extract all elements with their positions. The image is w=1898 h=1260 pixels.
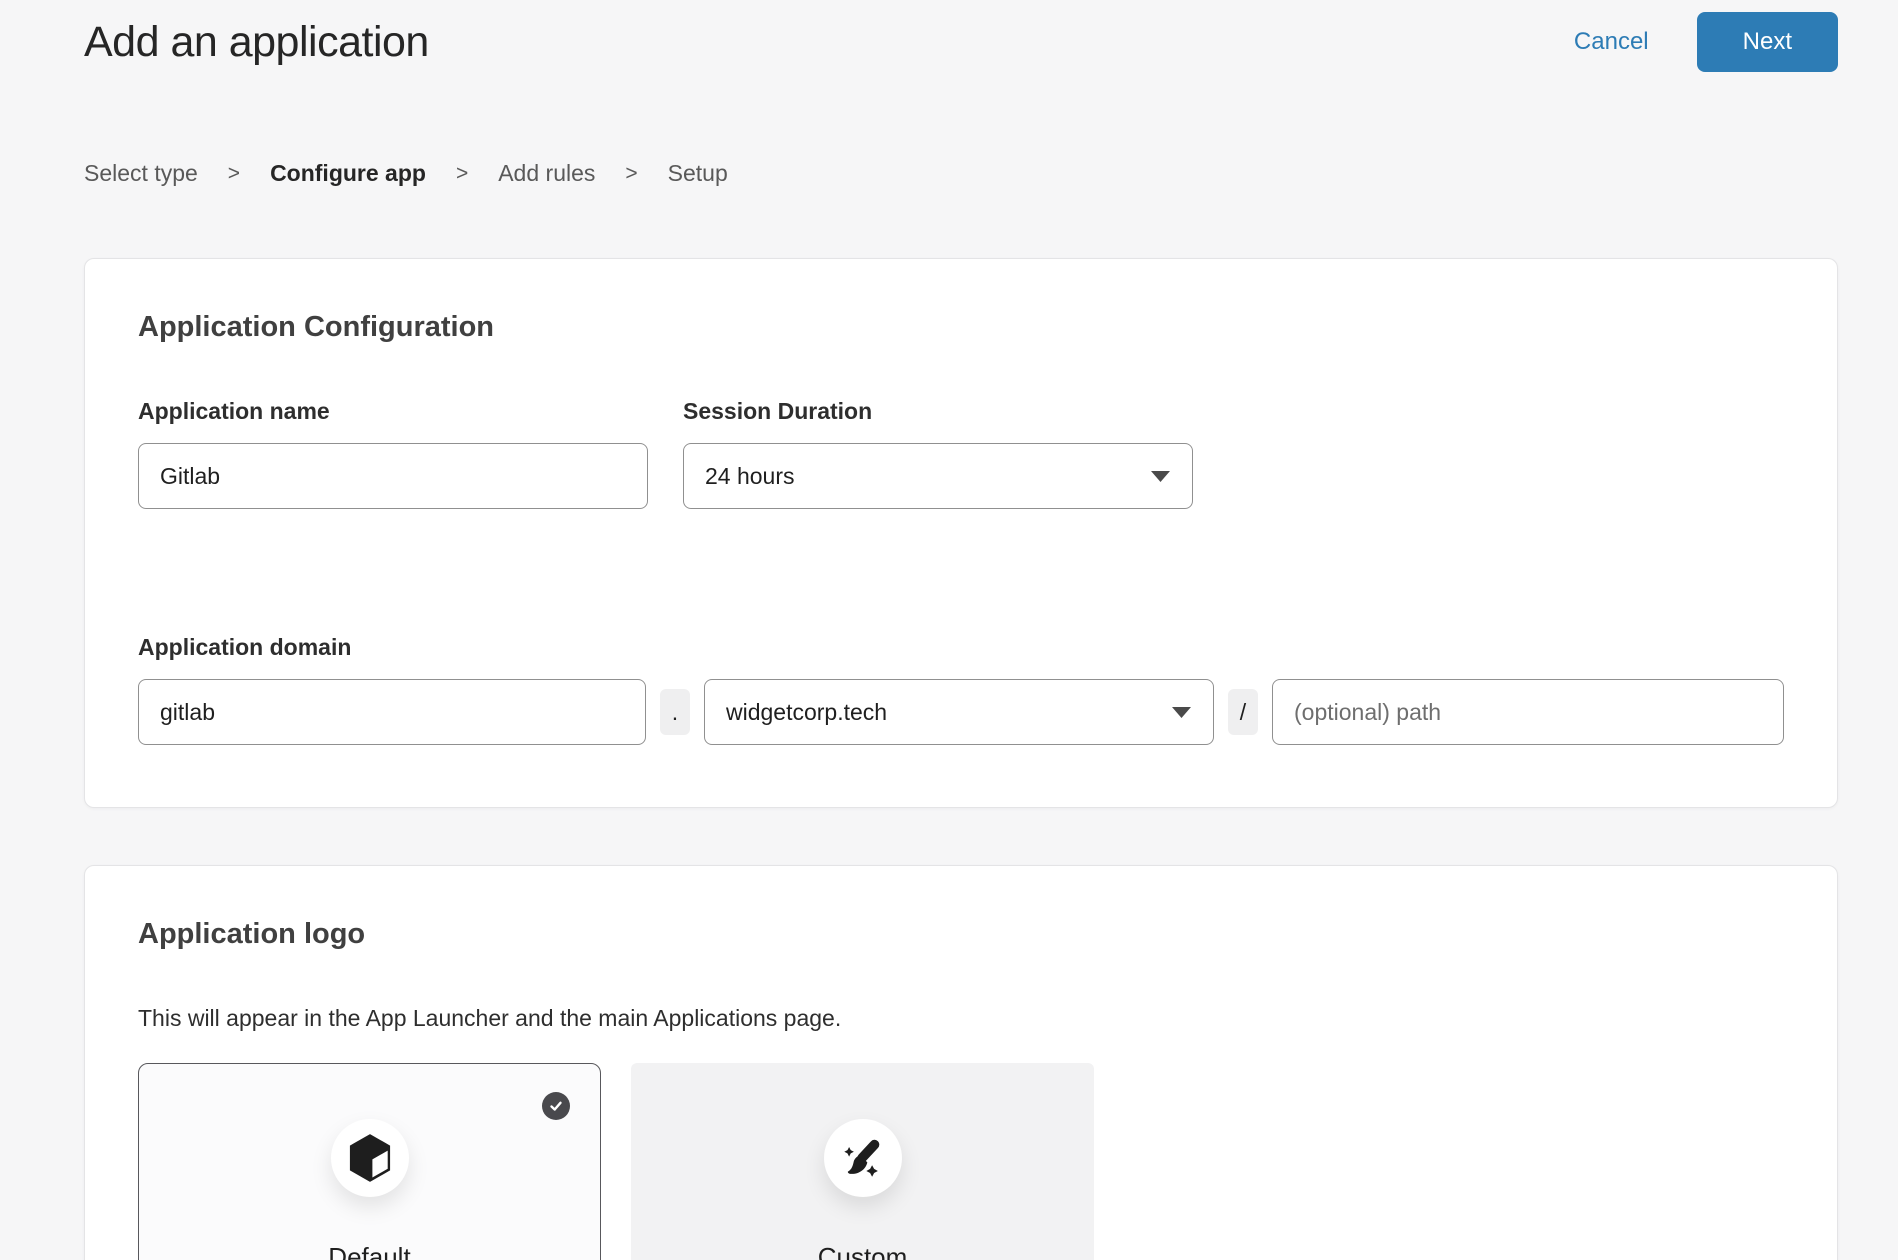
step-separator: > bbox=[228, 162, 240, 186]
step-separator: > bbox=[625, 162, 637, 186]
logo-option-tiles: Default Custom bbox=[138, 1063, 1784, 1260]
configuration-card-title: Application Configuration bbox=[138, 311, 1784, 344]
application-name-input[interactable] bbox=[138, 443, 648, 509]
session-duration-field: Session Duration 24 hours bbox=[683, 398, 1193, 509]
domain-select[interactable]: widgetcorp.tech bbox=[704, 679, 1214, 745]
step-setup[interactable]: Setup bbox=[668, 160, 728, 187]
slash-separator: / bbox=[1228, 689, 1258, 735]
logo-option-label: Custom bbox=[818, 1242, 908, 1260]
application-configuration-card: Application Configuration Application na… bbox=[84, 258, 1838, 808]
check-icon bbox=[548, 1098, 564, 1114]
step-separator: > bbox=[456, 162, 468, 186]
cube-icon bbox=[348, 1133, 392, 1183]
selected-check-badge bbox=[542, 1092, 570, 1120]
header-actions: Cancel Next bbox=[1574, 12, 1838, 72]
logo-card-title: Application logo bbox=[138, 918, 1784, 951]
page-title: Add an application bbox=[84, 18, 429, 67]
default-icon-circle bbox=[331, 1119, 409, 1197]
domain-select-value: widgetcorp.tech bbox=[726, 699, 887, 726]
step-select-type[interactable]: Select type bbox=[84, 160, 198, 187]
application-domain-row: . widgetcorp.tech / bbox=[138, 679, 1784, 745]
chevron-down-icon bbox=[1150, 470, 1171, 483]
subdomain-input[interactable] bbox=[138, 679, 646, 745]
application-logo-card: Application logo This will appear in the… bbox=[84, 865, 1838, 1260]
session-duration-label: Session Duration bbox=[683, 398, 1193, 425]
wizard-steps: Select type > Configure app > Add rules … bbox=[84, 160, 1838, 187]
logo-description: This will appear in the App Launcher and… bbox=[138, 1005, 1784, 1032]
session-duration-value: 24 hours bbox=[705, 463, 795, 490]
custom-icon-circle bbox=[824, 1119, 902, 1197]
chevron-down-icon bbox=[1171, 706, 1192, 719]
logo-option-custom[interactable]: Custom bbox=[631, 1063, 1094, 1260]
application-domain-label: Application domain bbox=[138, 634, 1784, 661]
application-domain-section: Application domain . widgetcorp.tech / bbox=[138, 634, 1784, 745]
session-duration-select[interactable]: 24 hours bbox=[683, 443, 1193, 509]
add-application-page: Add an application Cancel Next Select ty… bbox=[0, 0, 1898, 1260]
logo-option-default[interactable]: Default bbox=[138, 1063, 601, 1260]
page-header: Add an application Cancel Next bbox=[84, 0, 1838, 72]
application-name-field: Application name bbox=[138, 398, 648, 509]
next-button[interactable]: Next bbox=[1697, 12, 1838, 72]
step-add-rules[interactable]: Add rules bbox=[498, 160, 595, 187]
dot-separator: . bbox=[660, 689, 690, 735]
path-input[interactable] bbox=[1272, 679, 1784, 745]
logo-option-label: Default bbox=[328, 1242, 410, 1260]
cancel-button[interactable]: Cancel bbox=[1574, 28, 1649, 56]
paintbrush-icon bbox=[840, 1135, 886, 1181]
name-session-row: Application name Session Duration 24 hou… bbox=[138, 398, 1784, 509]
step-configure-app[interactable]: Configure app bbox=[270, 160, 426, 187]
application-name-label: Application name bbox=[138, 398, 648, 425]
